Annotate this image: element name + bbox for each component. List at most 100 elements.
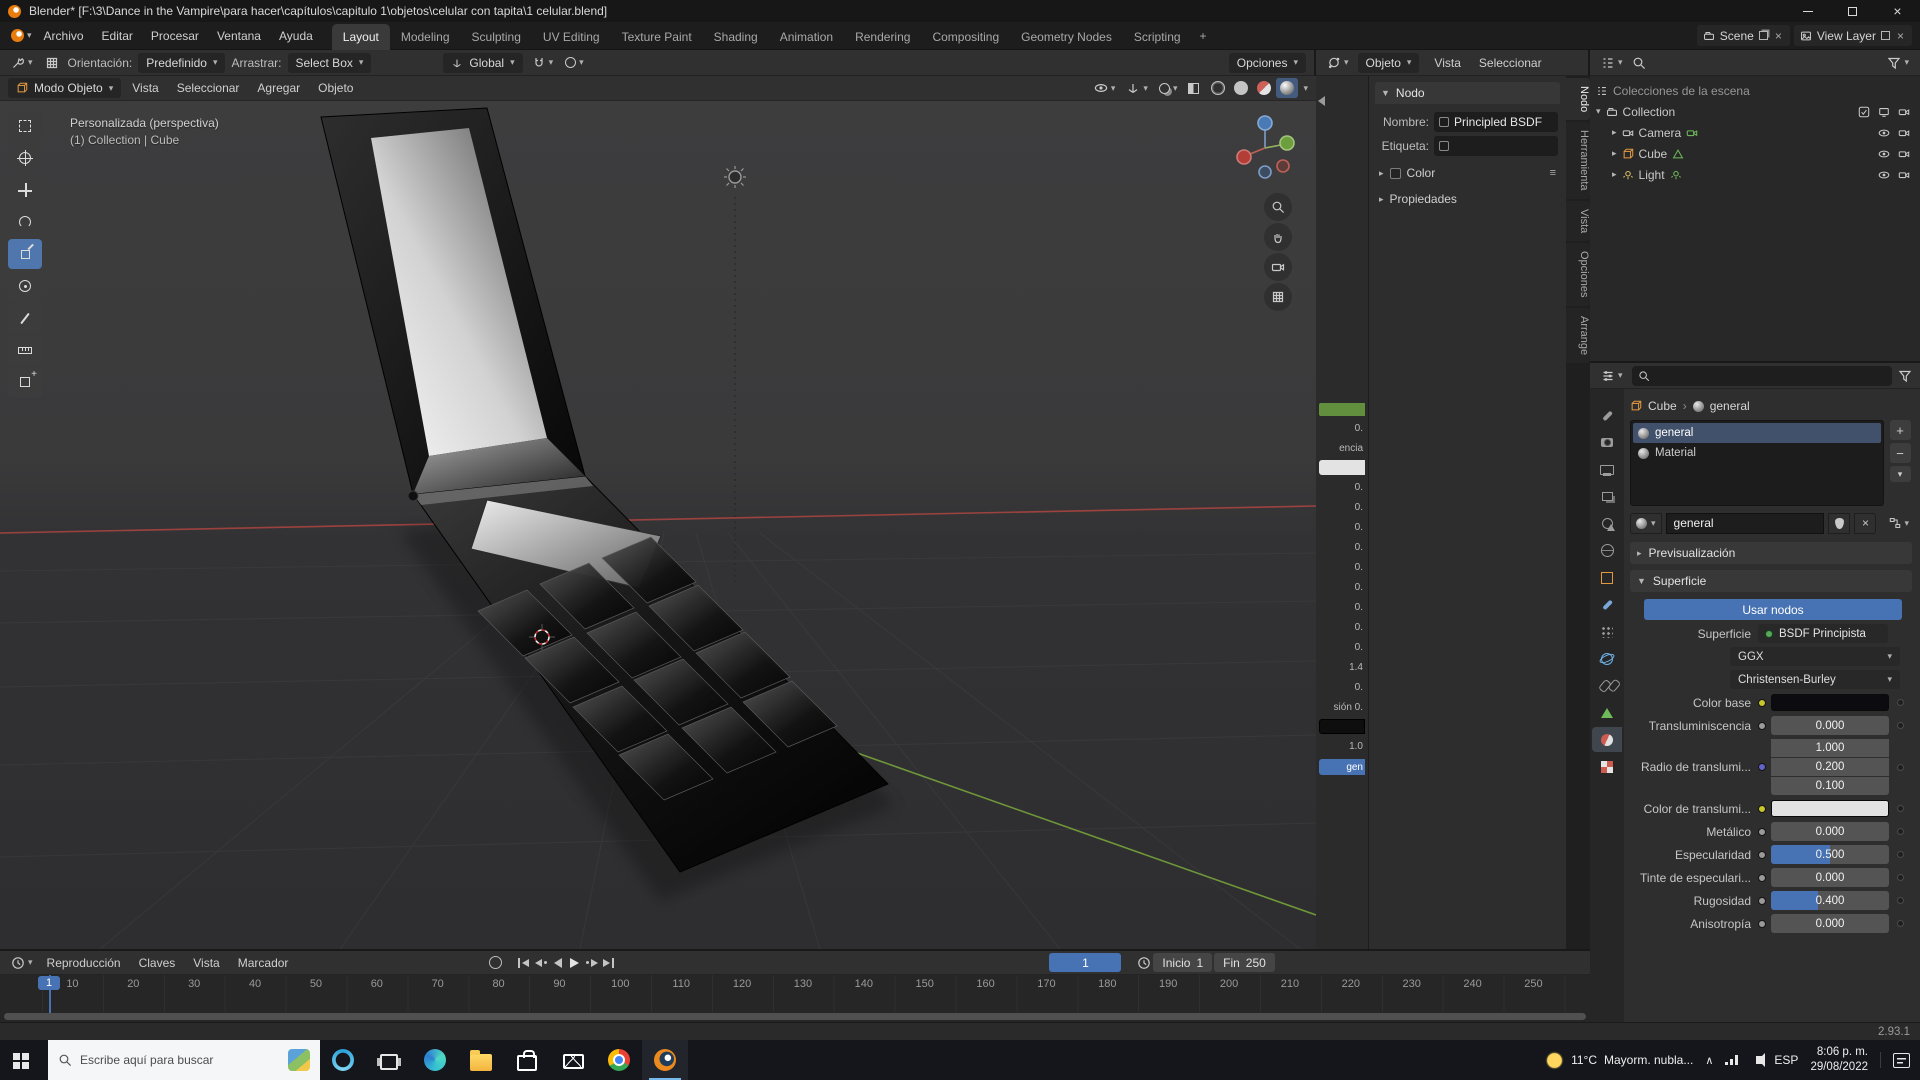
render-visibility-icon[interactable] <box>1898 148 1910 160</box>
workspace-tab[interactable]: Shading <box>703 24 769 50</box>
add-slot-button[interactable]: + <box>1889 420 1911 440</box>
transport-button[interactable] <box>549 955 566 970</box>
unlink-scene-icon[interactable]: × <box>1773 29 1784 43</box>
action-center-icon[interactable] <box>1893 1052 1910 1068</box>
workspace-tab[interactable]: Modeling <box>390 24 461 50</box>
weather-widget[interactable]: 11°C Mayorm. nubla... <box>1545 1050 1693 1070</box>
zoom-button[interactable] <box>1264 193 1292 221</box>
preview-section-header[interactable]: ▸ Previsualización <box>1630 542 1912 564</box>
radius-field[interactable]: 0.100 <box>1771 777 1889 795</box>
camera-view-button[interactable] <box>1264 253 1292 281</box>
workspace-tab[interactable]: Rendering <box>844 24 921 50</box>
outliner-object-row[interactable]: ▸ Light <box>1592 164 1918 185</box>
playhead-badge[interactable]: 1 <box>38 976 61 990</box>
viewport-tool-button[interactable] <box>8 207 42 237</box>
menu-item[interactable]: Vista <box>184 949 228 977</box>
workspace-tab[interactable]: Sculpting <box>461 24 532 50</box>
view-layer-selector[interactable]: View Layer × <box>1793 25 1912 46</box>
decorator-icon[interactable] <box>1897 699 1904 706</box>
tray-expand-icon[interactable]: ∧ <box>1705 1054 1713 1067</box>
checkbox-icon[interactable] <box>1858 106 1870 118</box>
hide-icon[interactable] <box>1878 127 1890 139</box>
property-slider[interactable]: 0.500 <box>1771 845 1889 864</box>
collapse-arrow-icon[interactable] <box>1318 96 1325 106</box>
breadcrumb-material[interactable]: general <box>1710 399 1750 413</box>
shading-mode-button[interactable] <box>1253 78 1275 98</box>
material-slot[interactable]: Material <box>1633 443 1881 463</box>
frame-start-field[interactable]: Inicio 1 <box>1153 953 1213 972</box>
expand-icon[interactable]: ▸ <box>1612 148 1617 159</box>
taskbar-app-button[interactable] <box>366 1040 412 1080</box>
transport-button[interactable] <box>532 955 549 970</box>
hide-icon[interactable] <box>1878 148 1890 160</box>
workspace-tab[interactable]: Compositing <box>921 24 1010 50</box>
node-name-input[interactable]: Principled BSDF <box>1434 112 1558 132</box>
sidebar-tab[interactable]: Opciones <box>1566 243 1590 306</box>
viewport-visibility-icon[interactable] <box>1878 106 1890 118</box>
navigation-gizmo[interactable] <box>1230 111 1300 181</box>
pan-button[interactable] <box>1264 223 1292 251</box>
material-name-input[interactable]: general <box>1665 512 1825 534</box>
menu-item[interactable]: Editar <box>93 22 142 50</box>
node-label-input[interactable] <box>1434 136 1558 156</box>
properties-tab[interactable] <box>1592 430 1622 455</box>
radius-field[interactable]: 0.200 <box>1771 758 1889 776</box>
taskbar-app-button[interactable] <box>458 1040 504 1080</box>
subsurface-slider[interactable]: 0.000 <box>1771 716 1889 735</box>
expand-icon[interactable]: ▸ <box>1612 169 1617 180</box>
render-visibility-icon[interactable] <box>1898 106 1910 118</box>
browse-material-button[interactable]: ▾ <box>1630 512 1662 534</box>
active-tool-button[interactable]: ▾ <box>8 53 36 73</box>
material-slot-list[interactable]: general Material <box>1630 420 1884 506</box>
viewport-tool-button[interactable] <box>8 335 42 365</box>
surface-shader-button[interactable]: BSDF Principista <box>1758 624 1888 643</box>
blender-menu-button[interactable]: ▾ <box>8 26 35 46</box>
decorator-icon[interactable] <box>1897 874 1904 881</box>
decorator-icon[interactable] <box>1897 763 1904 771</box>
menu-item[interactable]: Seleccionar <box>168 74 249 102</box>
sidebar-tab[interactable]: Nodo <box>1566 78 1590 121</box>
menu-item[interactable]: Agregar <box>248 74 309 102</box>
viewport-tool-button[interactable] <box>8 271 42 301</box>
shading-mode-button[interactable] <box>1276 78 1299 98</box>
editor-type-button[interactable]: ▾ <box>1598 53 1626 73</box>
decorator-icon[interactable] <box>1897 722 1904 729</box>
record-button[interactable] <box>489 956 503 969</box>
taskbar-app-button[interactable] <box>642 1040 688 1080</box>
current-frame-field[interactable]: 1 <box>1049 953 1122 972</box>
fake-user-button[interactable] <box>1828 512 1851 534</box>
menu-item[interactable]: Marcador <box>229 949 298 977</box>
viewport-tool-button[interactable] <box>8 175 42 205</box>
orientation-dropdown[interactable]: Predefinido ▾ <box>138 52 226 73</box>
network-icon[interactable] <box>1725 1055 1739 1065</box>
properties-search-input[interactable] <box>1631 365 1892 386</box>
menu-item[interactable]: Ventana <box>208 22 270 50</box>
decorator-icon[interactable] <box>1897 897 1904 904</box>
transport-button[interactable] <box>515 955 532 970</box>
expand-icon[interactable]: ▾ <box>1596 106 1601 117</box>
properties-tab[interactable] <box>1592 511 1622 536</box>
shading-mode-button[interactable] <box>1230 78 1252 98</box>
viewport-tool-button[interactable] <box>8 239 42 269</box>
frame-end-field[interactable]: Fin 250 <box>1214 953 1275 972</box>
menu-item[interactable]: Vista <box>1425 49 1469 77</box>
distribution-dropdown[interactable]: GGX ▾ <box>1730 647 1900 666</box>
properties-tab[interactable] <box>1592 484 1622 509</box>
decorator-icon[interactable] <box>1897 828 1904 835</box>
properties-tab[interactable] <box>1592 592 1622 617</box>
properties-tab[interactable] <box>1592 700 1622 725</box>
breadcrumb-object[interactable]: Cube <box>1648 399 1677 413</box>
taskbar-app-button[interactable] <box>320 1040 366 1080</box>
menu-item[interactable]: Reproducción <box>38 949 130 977</box>
menu-icon[interactable]: ≡ <box>1550 167 1556 179</box>
new-scene-icon[interactable] <box>1758 31 1768 40</box>
properties-tab[interactable] <box>1592 565 1622 590</box>
material-button[interactable]: gen <box>1319 759 1365 775</box>
editor-type-button[interactable]: ▾ <box>8 953 36 973</box>
properties-subpanel[interactable]: ▸ Propiedades <box>1375 188 1560 210</box>
taskbar-search-input[interactable]: Escribe aquí para buscar <box>48 1040 320 1080</box>
tool-options-dropdown[interactable]: Opciones ▾ <box>1228 52 1306 73</box>
viewport-tool-button[interactable] <box>8 303 42 333</box>
shading-mode-button[interactable] <box>1207 78 1229 98</box>
sidebar-tab[interactable]: Vista <box>1566 200 1590 242</box>
